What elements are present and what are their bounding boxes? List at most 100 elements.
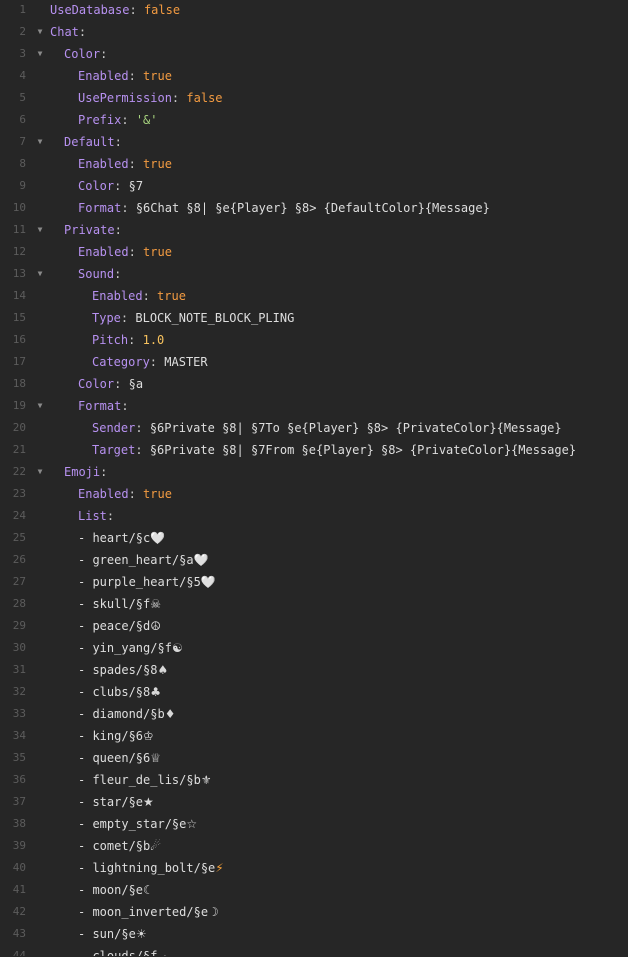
- code-line[interactable]: 36 - fleur_de_lis/§b⚜: [0, 769, 628, 791]
- code-line[interactable]: 1 UseDatabase: false: [0, 0, 628, 21]
- yaml-colon: :: [135, 421, 143, 435]
- code-line[interactable]: 14 Enabled: true: [0, 285, 628, 307]
- code-line[interactable]: 7 ▼ Default:: [0, 131, 628, 153]
- line-number: 42: [12, 905, 26, 918]
- line-number: 41: [12, 883, 26, 896]
- code-line[interactable]: 34 - king/§6♔: [0, 725, 628, 747]
- yaml-value: §6Private §8| §7From §e{Player} §8> {Pri…: [149, 443, 577, 457]
- code-line[interactable]: 2 ▼ Chat:: [0, 21, 628, 43]
- code-line[interactable]: 12 Enabled: true: [0, 241, 628, 263]
- emoji-glyph: ★: [143, 795, 154, 809]
- code-content: Color: §7: [50, 175, 628, 197]
- yaml-value: MASTER: [164, 355, 208, 369]
- code-line[interactable]: 42 - moon_inverted/§e☽: [0, 901, 628, 923]
- fold-arrow-icon[interactable]: ▼: [35, 131, 45, 153]
- code-line[interactable]: 26 - green_heart/§a🤍: [0, 549, 628, 571]
- line-number: 11: [12, 223, 26, 236]
- yaml-key: Chat: [50, 25, 79, 39]
- line-number: 37: [12, 795, 26, 808]
- list-item-text: king/§6: [92, 729, 144, 743]
- list-item-text: fleur_de_lis/§b: [92, 773, 201, 787]
- code-line[interactable]: 40 - lightning_bolt/§e⚡: [0, 857, 628, 879]
- yaml-key: Type: [92, 311, 121, 325]
- code-content: - purple_heart/§5🤍: [50, 571, 628, 593]
- line-number: 10: [12, 201, 26, 214]
- fold-arrow-icon[interactable]: ▼: [35, 219, 45, 241]
- code-line[interactable]: 13 ▼ Sound:: [0, 263, 628, 285]
- list-dash: -: [78, 883, 93, 897]
- yaml-value: false: [143, 3, 181, 17]
- list-dash: -: [78, 927, 93, 941]
- yaml-key: Format: [78, 201, 122, 215]
- fold-arrow-icon[interactable]: ▼: [35, 461, 45, 483]
- list-item-text: purple_heart/§5: [92, 575, 201, 589]
- list-item-text: peace/§d: [92, 619, 151, 633]
- code-line[interactable]: 15 Type: BLOCK_NOTE_BLOCK_PLING: [0, 307, 628, 329]
- code-line[interactable]: 27 - purple_heart/§5🤍: [0, 571, 628, 593]
- code-line[interactable]: 33 - diamond/§b♦: [0, 703, 628, 725]
- code-content: - comet/§b☄: [50, 835, 628, 857]
- emoji-glyph: ☆: [186, 817, 198, 831]
- code-line[interactable]: 30 - yin_yang/§f☯: [0, 637, 628, 659]
- code-line[interactable]: 22 ▼ Emoji:: [0, 461, 628, 483]
- code-line[interactable]: 5 UsePermission: false: [0, 87, 628, 109]
- code-line[interactable]: 39 - comet/§b☄: [0, 835, 628, 857]
- code-line[interactable]: 32 - clubs/§8♣: [0, 681, 628, 703]
- code-content: Emoji:: [50, 461, 628, 483]
- yaml-colon: :: [106, 509, 115, 523]
- yaml-key: Default: [64, 135, 115, 149]
- list-dash: -: [78, 795, 93, 809]
- code-content: - heart/§c🤍: [50, 527, 628, 549]
- fold-arrow-icon[interactable]: ▼: [35, 21, 45, 43]
- yaml-code-editor[interactable]: 1 UseDatabase: false 2 ▼ Chat: 3 ▼ Color: 4 Enabl…: [0, 0, 628, 956]
- yaml-value: true: [143, 157, 172, 171]
- code-line[interactable]: 35 - queen/§6♕: [0, 747, 628, 769]
- fold-arrow-icon[interactable]: ▼: [35, 43, 45, 65]
- code-line[interactable]: 24 List:: [0, 505, 628, 527]
- yaml-colon: :: [114, 223, 122, 237]
- list-item-text: yin_yang/§f: [92, 641, 172, 655]
- yaml-value: true: [143, 245, 172, 259]
- code-line[interactable]: 8 Enabled: true: [0, 153, 628, 175]
- fold-arrow-icon[interactable]: ▼: [35, 395, 45, 417]
- code-content: - sun/§e☀: [50, 923, 628, 945]
- code-content: Default:: [50, 131, 628, 153]
- code-line[interactable]: 19 ▼ Format:: [0, 395, 628, 417]
- code-line[interactable]: 10 Format: §6Chat §8| §e{Player} §8> {Def…: [0, 197, 628, 219]
- code-line[interactable]: 28 - skull/§f☠: [0, 593, 628, 615]
- line-number: 13: [12, 267, 26, 280]
- yaml-colon: :: [120, 311, 129, 325]
- code-line[interactable]: 6 Prefix: '&': [0, 109, 628, 131]
- code-line[interactable]: 18 Color: §a: [0, 373, 628, 395]
- code-line[interactable]: 23 Enabled: true: [0, 483, 628, 505]
- code-line[interactable]: 25 - heart/§c🤍: [0, 527, 628, 549]
- code-line[interactable]: 11 ▼ Private:: [0, 219, 628, 241]
- code-line[interactable]: 41 - moon/§e☾: [0, 879, 628, 901]
- code-line[interactable]: 17 Category: MASTER: [0, 351, 628, 373]
- list-item-text: moon_inverted/§e: [92, 905, 209, 919]
- code-line[interactable]: 38 - empty_star/§e☆: [0, 813, 628, 835]
- code-line[interactable]: 43 - sun/§e☀: [0, 923, 628, 945]
- code-line[interactable]: 16 Pitch: 1.0: [0, 329, 628, 351]
- yaml-key: Enabled: [92, 289, 143, 303]
- code-line[interactable]: 44 - clouds/§f☁: [0, 945, 628, 956]
- list-item-text: moon/§e: [92, 883, 144, 897]
- code-line[interactable]: 37 - star/§e★: [0, 791, 628, 813]
- code-line[interactable]: 4 Enabled: true: [0, 65, 628, 87]
- code-content: - spades/§8♠: [50, 659, 628, 681]
- list-dash: -: [78, 839, 93, 853]
- fold-arrow-icon[interactable]: ▼: [35, 263, 45, 285]
- line-number: 23: [12, 487, 26, 500]
- yaml-key: Color: [64, 47, 101, 61]
- list-item-text: diamond/§b: [92, 707, 165, 721]
- code-content: - king/§6♔: [50, 725, 628, 747]
- code-line[interactable]: 20 Sender: §6Private §8| §7To §e{Player} …: [0, 417, 628, 439]
- code-line[interactable]: 31 - spades/§8♠: [0, 659, 628, 681]
- yaml-key: Private: [64, 223, 115, 237]
- emoji-glyph: ☀: [135, 927, 147, 941]
- code-line[interactable]: 21 Target: §6Private §8| §7From §e{Player…: [0, 439, 628, 461]
- code-content: Pitch: 1.0: [50, 329, 628, 351]
- code-line[interactable]: 29 - peace/§d☮: [0, 615, 628, 637]
- code-line[interactable]: 9 Color: §7: [0, 175, 628, 197]
- code-line[interactable]: 3 ▼ Color:: [0, 43, 628, 65]
